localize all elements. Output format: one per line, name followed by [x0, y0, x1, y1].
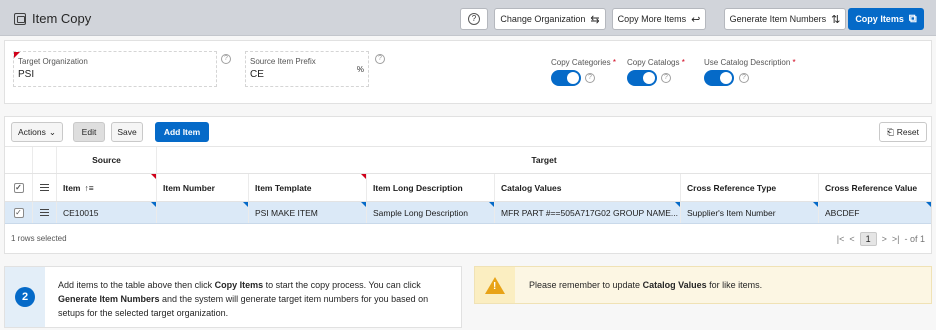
change-organization-button[interactable]: Change Organization ⇆	[494, 8, 606, 30]
cell-item-template[interactable]: PSI MAKE ITEM	[249, 202, 367, 223]
warning-icon: !	[485, 276, 505, 294]
copy-categories-group: Copy Categories *	[551, 58, 616, 67]
source-group-header: Source	[57, 147, 157, 173]
target-org-help-icon[interactable]: ?	[221, 54, 231, 64]
chevron-down-icon: ⌄	[48, 126, 56, 137]
copy-icon: ⧉	[908, 12, 917, 25]
help-button[interactable]: ?	[460, 8, 488, 30]
cell-catalog-values[interactable]: MFR PART #==505A717G02 GROUP NAME...	[495, 202, 681, 223]
sort-ascending-icon: ↑≡	[84, 182, 94, 193]
target-organization-field[interactable]: Target Organization PSI	[13, 51, 217, 87]
column-header-item[interactable]: Item ↑≡	[57, 174, 157, 201]
copy-categories-toggle[interactable]	[551, 70, 581, 86]
copy-catalogs-group: Copy Catalogs *	[627, 58, 685, 67]
reset-icon: ⎗	[886, 126, 894, 137]
generate-item-numbers-button[interactable]: Generate Item Numbers ⇅	[724, 8, 846, 30]
warning-text: Please remember to update Catalog Values…	[529, 280, 763, 290]
column-header-item-template[interactable]: Item Template	[249, 174, 367, 201]
prefix-help-icon[interactable]: ?	[375, 54, 385, 64]
use-catalog-description-group: Use Catalog Description *	[704, 58, 796, 67]
sort-arrows-icon: ⇅	[831, 13, 841, 26]
copy-settings-form: Target Organization PSI ? Source Item Pr…	[4, 40, 932, 104]
add-item-button[interactable]: Add Item	[155, 122, 209, 142]
grid-column-header: ✓ Item ↑≡ Item Number Item Template Item…	[5, 174, 931, 202]
return-arrow-icon: ↩	[691, 13, 701, 26]
row-menu-icon[interactable]	[40, 209, 49, 216]
page-title: Item Copy	[14, 11, 91, 26]
selection-status: 1 rows selected	[11, 234, 67, 243]
copy-items-button[interactable]: Copy Items ⧉	[848, 8, 924, 30]
cell-item-long-description[interactable]: Sample Long Description	[367, 202, 495, 223]
help-icon: ?	[468, 13, 480, 25]
grid-toolbar: Actions ⌄ Edit Save Add Item ⎗ Reset	[5, 117, 931, 147]
cell-cross-reference-type[interactable]: Supplier's Item Number	[681, 202, 819, 223]
next-page-button[interactable]: >	[882, 234, 887, 244]
copy-catalogs-help-icon[interactable]: ?	[661, 73, 671, 83]
required-indicator	[151, 174, 156, 179]
select-all-checkbox[interactable]: ✓	[13, 182, 24, 193]
cell-item[interactable]: CE10015	[57, 202, 157, 223]
required-indicator	[361, 174, 366, 179]
instructions-text: Add items to the table above then click …	[58, 280, 429, 318]
item-copy-grid: Actions ⌄ Edit Save Add Item ⎗ Reset Sou…	[4, 116, 932, 254]
target-group-header: Target	[531, 155, 557, 165]
copy-icon	[14, 12, 26, 25]
cell-cross-reference-value[interactable]: ABCDEF	[819, 202, 931, 223]
instructions-panel: 2 Add items to the table above then clic…	[4, 266, 462, 328]
reset-button[interactable]: ⎗ Reset	[879, 122, 927, 142]
page-count: - of 1	[904, 234, 925, 244]
copy-catalogs-toggle[interactable]	[627, 70, 657, 86]
save-button[interactable]: Save	[111, 122, 143, 142]
current-page[interactable]: 1	[859, 232, 877, 246]
row-actions-menu-icon[interactable]	[40, 184, 49, 191]
actions-menu-button[interactable]: Actions ⌄	[11, 122, 63, 142]
column-header-item-number[interactable]: Item Number	[157, 174, 249, 201]
swap-arrows-icon: ⇆	[590, 13, 600, 26]
column-header-cross-reference-value[interactable]: Cross Reference Value	[819, 174, 931, 201]
table-row[interactable]: ✓ CE10015 PSI MAKE ITEM Sample Long Desc…	[5, 202, 931, 224]
column-header-item-long-description[interactable]: Item Long Description	[367, 174, 495, 201]
step-number-badge: 2	[15, 287, 35, 307]
grid-footer: 1 rows selected |< < 1 > >| - of 1	[5, 224, 931, 253]
previous-page-button[interactable]: <	[849, 234, 854, 244]
use-catalog-description-help-icon[interactable]: ?	[739, 73, 749, 83]
grid-group-header: Source Target	[5, 147, 931, 174]
edit-button[interactable]: Edit	[73, 122, 105, 142]
cell-item-number[interactable]	[157, 202, 249, 223]
catalog-values-warning: ! Please remember to update Catalog Valu…	[474, 266, 932, 304]
column-header-catalog-values[interactable]: Catalog Values	[495, 174, 681, 201]
use-catalog-description-toggle[interactable]	[704, 70, 734, 86]
pagination: |< < 1 > >| - of 1	[837, 232, 925, 246]
copy-more-items-button[interactable]: Copy More Items ↩	[612, 8, 706, 30]
copy-categories-help-icon[interactable]: ?	[585, 73, 595, 83]
last-page-button[interactable]: >|	[892, 234, 900, 244]
wildcard-suffix: %	[356, 65, 364, 74]
page-header: Item Copy ? Change Organization ⇆ Copy M…	[0, 0, 936, 36]
row-select-checkbox[interactable]: ✓	[13, 207, 24, 218]
source-item-prefix-field[interactable]: Source Item Prefix CE %	[245, 51, 369, 87]
first-page-button[interactable]: |<	[837, 234, 845, 244]
column-header-cross-reference-type[interactable]: Cross Reference Type	[681, 174, 819, 201]
